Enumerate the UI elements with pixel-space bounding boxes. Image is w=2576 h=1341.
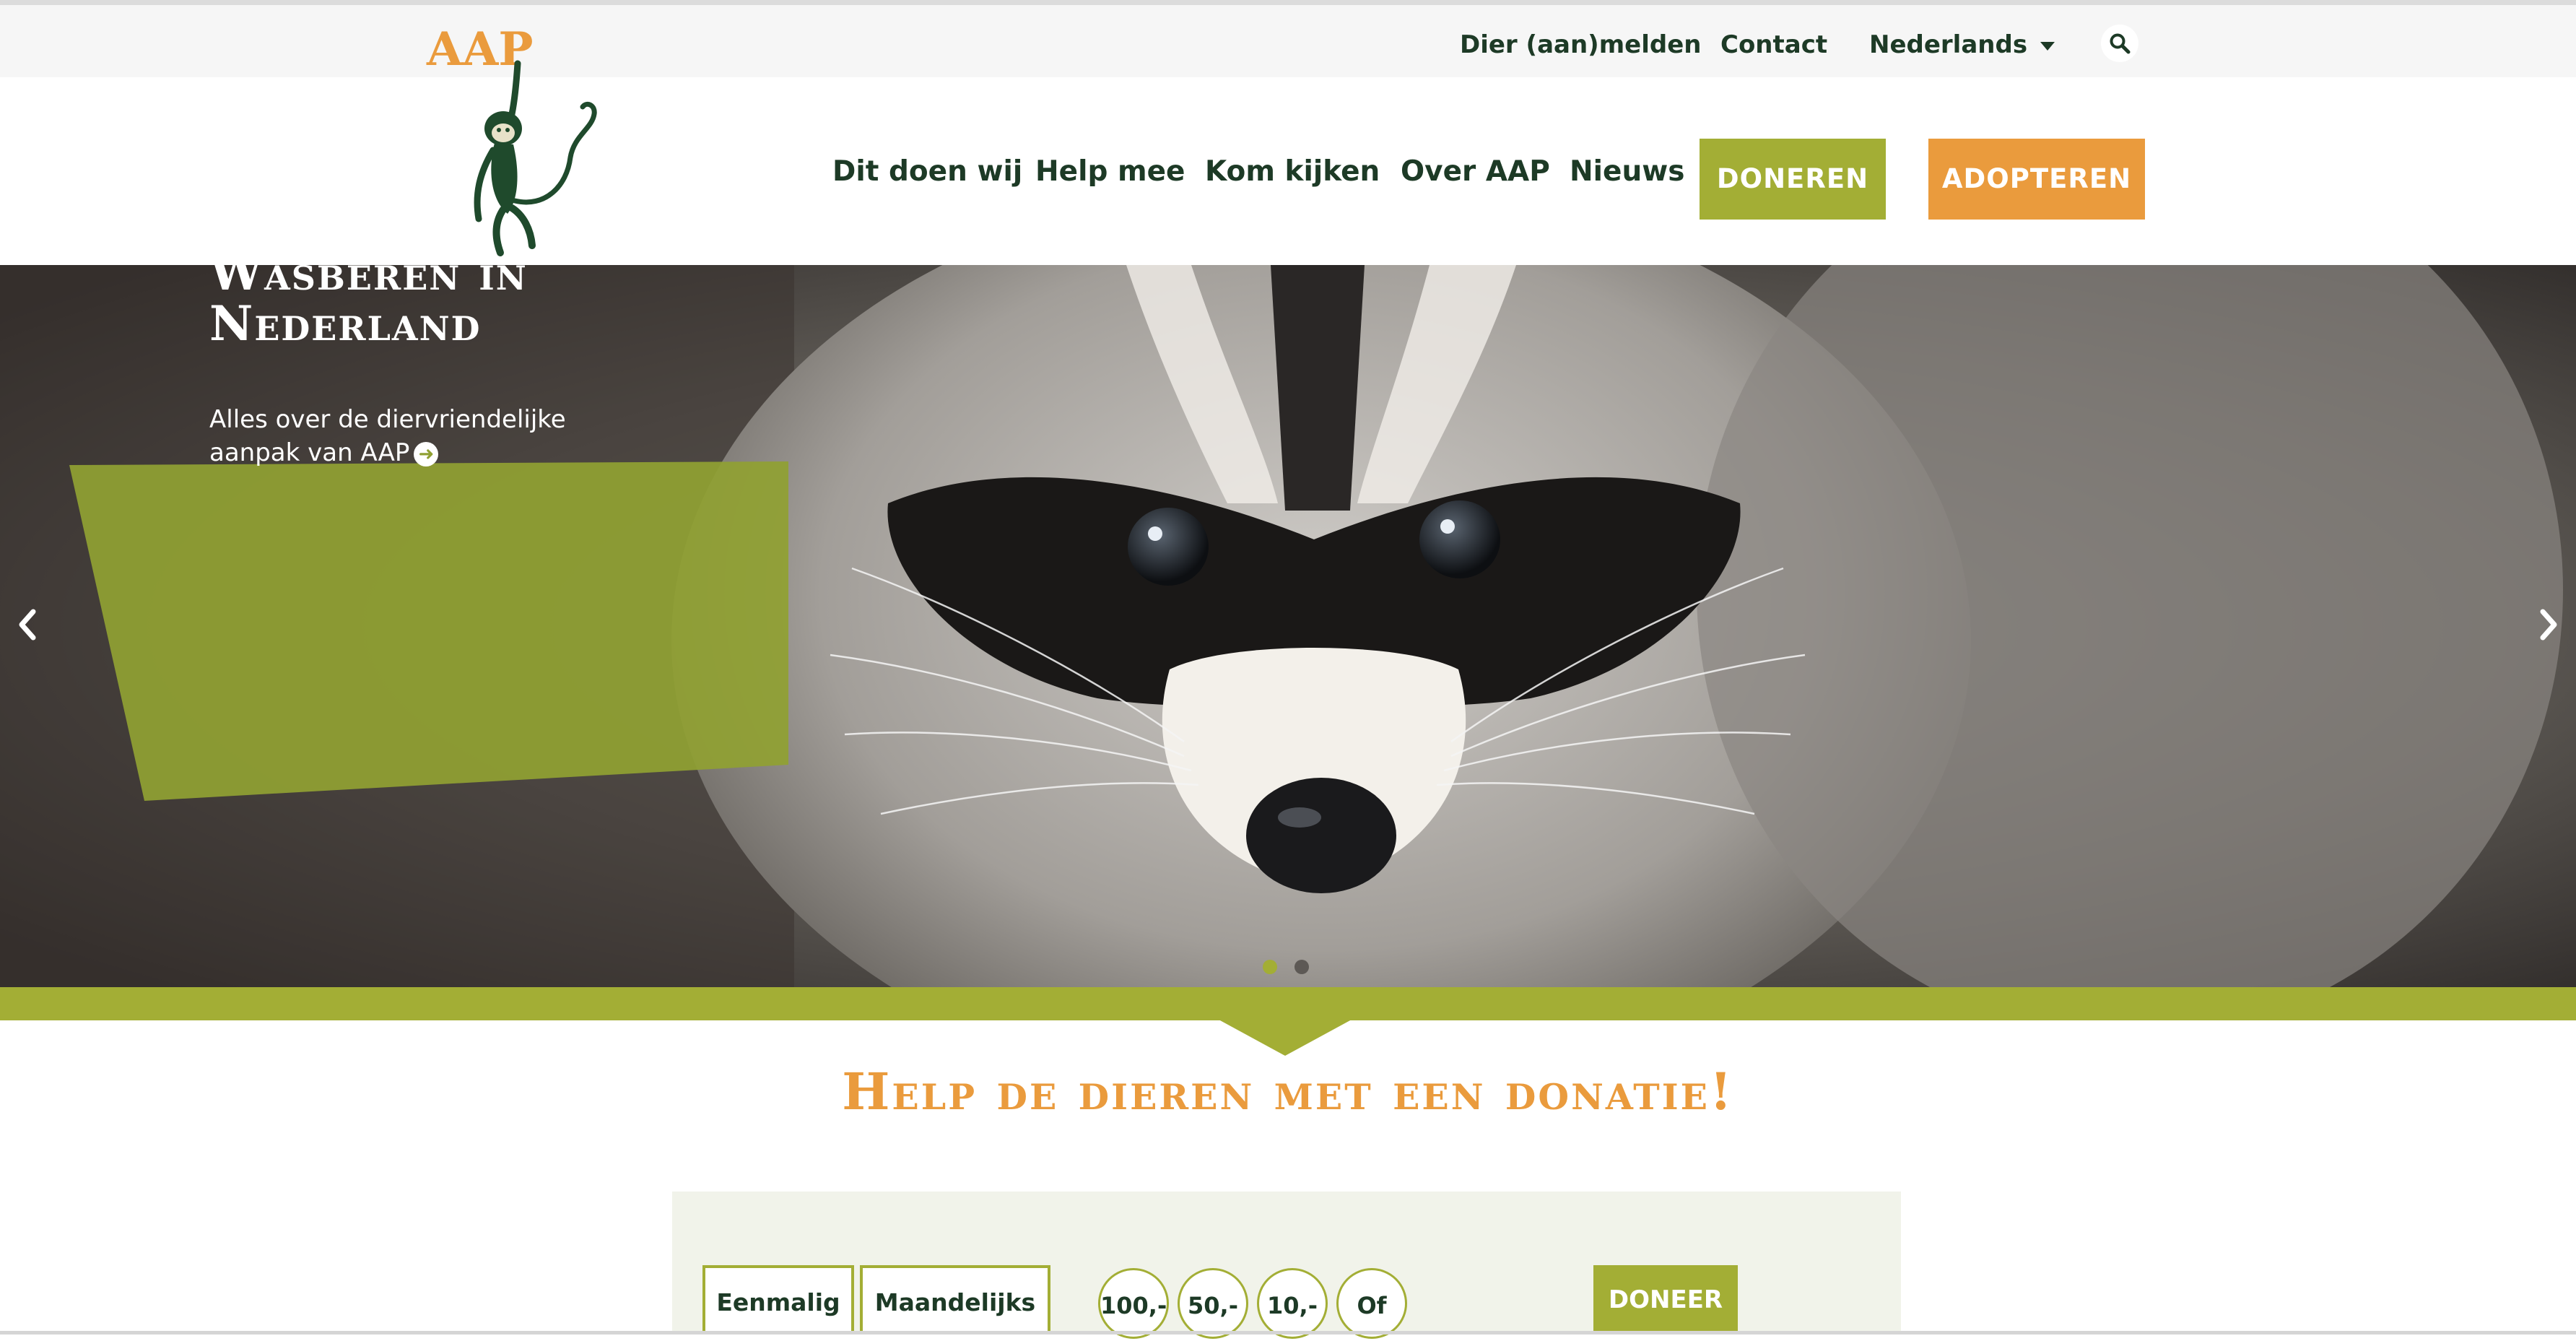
- donation-form: Eenmalig Maandelijks 100,- 50,- 10,- Of …: [672, 1192, 1901, 1339]
- monkey-logo-icon: AAP: [426, 22, 597, 256]
- nav-item-nieuws[interactable]: Nieuws: [1570, 155, 1684, 188]
- hero-subtitle-link[interactable]: Alles over de diervriendelijke aanpak va…: [209, 403, 614, 469]
- chevron-right-icon[interactable]: [2527, 596, 2570, 654]
- language-label: Nederlands: [1869, 30, 2028, 59]
- doneer-submit-button[interactable]: DONEER: [1593, 1265, 1738, 1335]
- nav-item-dit-doen-wij[interactable]: Dit doen wij: [832, 155, 1022, 188]
- frequency-once-button[interactable]: Eenmalig: [702, 1265, 854, 1335]
- report-animal-link[interactable]: Dier (aan)melden: [1460, 30, 1701, 59]
- slider-dot[interactable]: [1294, 960, 1309, 974]
- utility-bar: Dier (aan)melden Contact Nederlands: [0, 5, 2576, 77]
- contact-link[interactable]: Contact: [1720, 30, 1827, 59]
- chevron-left-icon[interactable]: [6, 596, 49, 654]
- viewport-bottom-edge: [0, 1331, 2576, 1335]
- amount-option-100[interactable]: 100,-: [1098, 1268, 1169, 1339]
- search-icon: [2110, 33, 2131, 54]
- nav-item-help-mee[interactable]: Help mee: [1035, 155, 1185, 188]
- hero-title: Wasberen in Nederland: [209, 245, 528, 352]
- divider-notch: [1219, 1020, 1352, 1056]
- search-button[interactable]: [2101, 25, 2138, 62]
- arrow-circle-right-icon: ➜: [414, 441, 439, 466]
- amount-option-50[interactable]: 50,-: [1178, 1268, 1248, 1339]
- frequency-monthly-button[interactable]: Maandelijks: [860, 1265, 1050, 1335]
- nav-item-kom-kijken[interactable]: Kom kijken: [1205, 155, 1380, 188]
- amount-option-10[interactable]: 10,-: [1257, 1268, 1328, 1339]
- slider-dot-active[interactable]: [1263, 960, 1277, 974]
- hero-caption-panel: [69, 461, 788, 801]
- amount-option-other[interactable]: Of: [1336, 1268, 1407, 1339]
- aap-logo[interactable]: AAP: [422, 20, 603, 259]
- nav-item-over-aap[interactable]: Over AAP: [1401, 155, 1550, 188]
- donate-button[interactable]: DONEREN: [1700, 139, 1886, 220]
- browser-top-edge: [0, 0, 2576, 5]
- adopt-button[interactable]: ADOPTEREN: [1928, 139, 2145, 220]
- section-divider: [0, 987, 2576, 1020]
- donation-heading: Help de dieren met een donatie!: [842, 1062, 1734, 1121]
- hero-slider: [0, 265, 2576, 987]
- hero-subtitle: Alles over de diervriendelijke aanpak va…: [209, 405, 566, 467]
- language-selector[interactable]: Nederlands: [1869, 30, 2055, 59]
- caret-down-icon: [2040, 41, 2055, 51]
